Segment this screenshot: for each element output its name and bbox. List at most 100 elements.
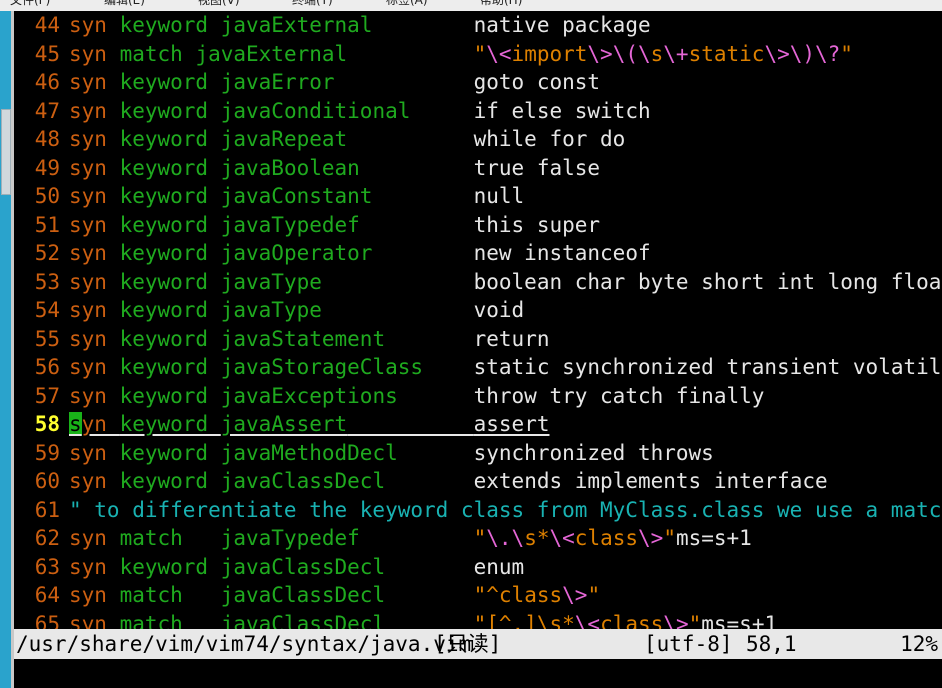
vim-buffer[interactable]: 44 syn keyword javaExternal native packag… [14,11,942,654]
line-content[interactable]: syn keyword javaBoolean true false [69,156,600,180]
syntax-token: syn [69,526,120,550]
statusline-encoding: [utf-8] [644,632,733,656]
statusline-readonly-flag: [只读] [434,632,502,656]
line-content[interactable]: syn keyword javaMethodDecl synchronized … [69,441,714,465]
buffer-line[interactable]: 55 syn keyword javaStatement return [14,325,942,354]
syntax-token: syn [69,269,120,294]
syntax-token: keyword [119,355,221,379]
buffer-line[interactable]: 46 syn keyword javaError goto const [14,68,942,97]
syntax-token: keyword [119,383,221,408]
line-number: 47 [34,98,60,123]
line-content[interactable]: syn match javaTypedef "\.\s*\<class\>"ms… [69,526,752,550]
line-number: 62 [34,526,60,550]
syntax-token: " [587,583,601,607]
line-content[interactable]: " to differentiate the keyword class fro… [69,498,942,522]
syntax-token: keyword [119,326,221,351]
buffer-line[interactable]: 51 syn keyword javaTypedef this super [14,211,942,240]
buffer-line[interactable]: 53 syn keyword javaType boolean char byte… [14,268,942,297]
line-content[interactable]: syn keyword javaConstant null [69,184,524,208]
line-content[interactable]: syn keyword javaExceptions throw try cat… [69,384,764,408]
syntax-token [347,127,473,151]
syntax-token: return [473,326,550,351]
syntax-token: boolean char byte short int long float d… [473,269,942,294]
syntax-token [372,13,473,37]
syntax-token: if else switch [473,98,651,123]
syntax-token: static synchronized transient volatile f… [473,355,942,379]
menu-item-1[interactable]: 编辑(E) [104,0,145,7]
syntax-token [398,384,474,408]
buffer-line[interactable]: 64 syn match javaClassDecl "^class\>" [14,581,942,610]
syntax-token: javaType [220,298,322,322]
buffer-line-current[interactable]: 58 syn keyword javaAssert assert [14,410,942,439]
line-content[interactable]: syn match javaClassDecl "^class\>" [69,583,600,607]
syntax-token: javaType [220,269,322,294]
syntax-token: syn [69,554,120,579]
buffer-line[interactable]: 57 syn keyword javaExceptions throw try c… [14,382,942,411]
line-number: 53 [34,269,60,294]
syntax-token: javaTypedef [220,212,360,237]
buffer-line[interactable]: 45 syn match javaExternal "\<import\>\(\s… [14,40,942,69]
syntax-token: keyword [119,554,221,579]
buffer-line[interactable]: 60 syn keyword javaClassDecl extends impl… [14,467,942,496]
syntax-token [360,156,474,180]
syntax-token [385,555,474,579]
line-content[interactable]: syn keyword javaConditional if else swit… [69,99,651,123]
line-content[interactable]: syn keyword javaAssert assert [69,412,549,436]
syntax-token: native package [473,13,651,37]
buffer-line[interactable]: 44 syn keyword javaExternal native packag… [14,11,942,40]
scrollbar-thumb[interactable] [1,109,11,195]
syntax-token: " to differentiate the keyword class fro… [69,497,942,522]
syntax-token: syn [69,440,120,465]
line-number: 49 [34,155,60,180]
buffer-line[interactable]: 56 syn keyword javaStorageClass static sy… [14,353,942,382]
line-content[interactable]: syn match javaExternal "\<import\>\(\s\+… [69,42,853,66]
syntax-token: syn [69,355,120,379]
line-number: 56 [34,355,60,379]
line-content[interactable]: syn keyword javaType void [69,298,524,322]
menu-item-2[interactable]: 视图(V) [198,0,240,7]
syntax-token: "^class [473,583,563,607]
line-number: 54 [34,298,60,322]
menu-item-4[interactable]: 标签(A) [386,0,428,7]
buffer-line[interactable]: 49 syn keyword javaBoolean true false [14,154,942,183]
terminal-window: 文件(F) 编辑(E) 视图(V) 终端(T) 标签(A) 帮助(H) 44 syn key… [0,0,942,688]
syntax-token: syn [69,326,120,351]
syntax-token [398,441,474,465]
line-content[interactable]: syn keyword javaClassDecl enum [69,555,524,579]
buffer-line[interactable]: 47 syn keyword javaConditional if else sw… [14,97,942,126]
buffer-line[interactable]: 52 syn keyword javaOperator new instanceo… [14,239,942,268]
menu-item-5[interactable]: 帮助(H) [480,0,522,7]
syntax-token: javaMethodDecl [220,440,398,465]
buffer-line[interactable]: 54 syn keyword javaType void [14,296,942,325]
syntax-token: s* [524,526,550,550]
line-content[interactable]: syn keyword javaRepeat while for do [69,127,625,151]
syntax-token: javaExternal [220,13,373,37]
line-content[interactable]: syn keyword javaStorageClass static sync… [69,355,942,379]
terminal-text-area[interactable]: 44 syn keyword javaExternal native packag… [14,11,942,688]
buffer-line[interactable]: 63 syn keyword javaClassDecl enum [14,553,942,582]
line-content[interactable]: syn keyword javaClassDecl extends implem… [69,469,828,493]
line-content[interactable]: syn keyword javaStatement return [69,327,549,351]
menu-item-0[interactable]: 文件(F) [10,0,50,7]
syntax-token: s [650,41,664,66]
buffer-line[interactable]: 62 syn match javaTypedef "\.\s*\<class\>"… [14,524,942,553]
statusline-cursor-position: 58,1 [746,632,797,656]
buffer-line[interactable]: 61 " to differentiate the keyword class f… [14,496,942,525]
line-content[interactable]: syn keyword javaType boolean char byte s… [69,270,942,294]
buffer-line[interactable]: 50 syn keyword javaConstant null [14,182,942,211]
vim-command-line[interactable] [14,659,942,688]
syntax-token: " [473,41,487,66]
buffer-line[interactable]: 59 syn keyword javaMethodDecl synchronize… [14,439,942,468]
menu-item-3[interactable]: 终端(T) [292,0,333,7]
line-content[interactable]: syn keyword javaOperator new instanceof [69,241,651,265]
syntax-token: synchronized throws [473,440,714,465]
line-content[interactable]: syn keyword javaTypedef this super [69,213,600,237]
line-number: 58 [34,412,60,436]
syntax-token: assert [473,412,550,436]
line-content[interactable]: syn keyword javaExternal native package [69,13,651,37]
buffer-line[interactable]: 48 syn keyword javaRepeat while for do [14,125,942,154]
vertical-scrollbar[interactable] [0,11,14,688]
line-content[interactable]: syn keyword javaError goto const [69,70,600,94]
syntax-token [360,526,474,550]
syntax-token: keyword [119,412,221,436]
